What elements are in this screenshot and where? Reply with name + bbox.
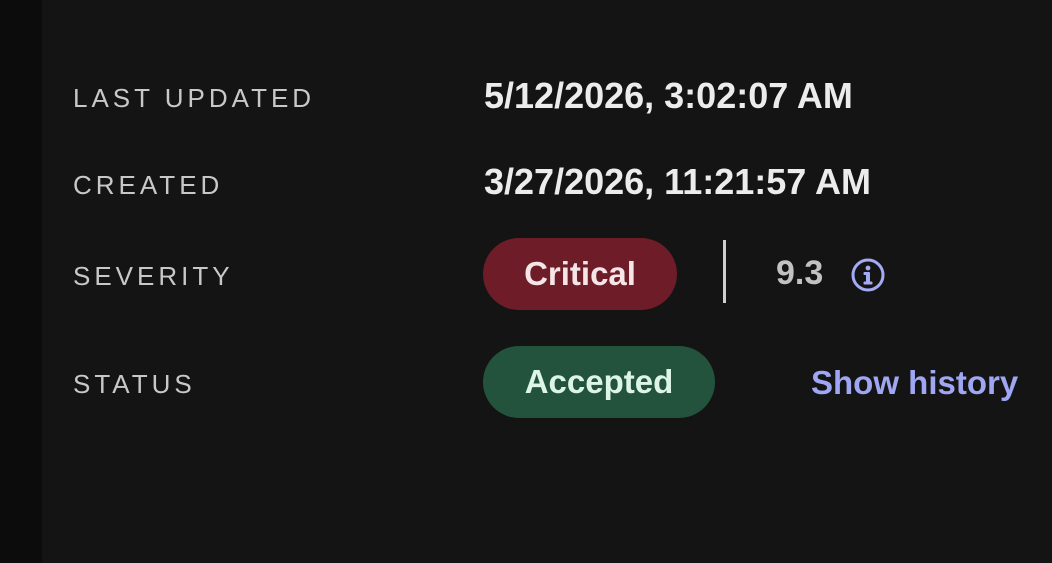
severity-badge: Critical [483, 238, 677, 310]
created-value: 3/27/2026, 11:21:57 AM [484, 161, 871, 202]
last-updated-value: 5/12/2026, 3:02:07 AM [484, 75, 853, 116]
status-badge: Accepted [483, 346, 715, 418]
severity-divider [723, 240, 726, 303]
created-label: CREATED [73, 170, 224, 200]
last-updated-label: LAST UPDATED [73, 83, 316, 113]
show-history-link[interactable]: Show history [811, 364, 1018, 402]
status-label: STATUS [73, 369, 196, 399]
severity-label: SEVERITY [73, 261, 234, 291]
info-icon[interactable] [850, 257, 886, 293]
severity-score: 9.3 [776, 254, 824, 292]
left-edge [0, 0, 42, 563]
